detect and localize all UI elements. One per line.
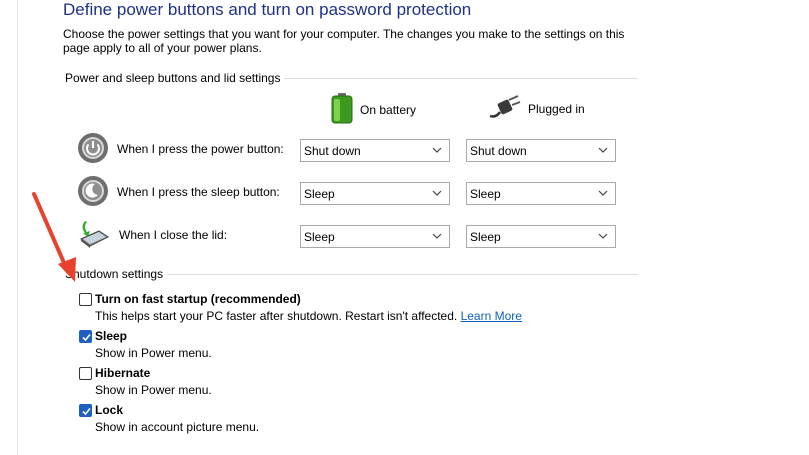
select-value: Sleep: [304, 229, 335, 244]
sleep-button-plugged-select[interactable]: Sleep: [466, 182, 616, 205]
sleep-button-row: When I press the sleep button:: [77, 175, 280, 209]
fast-startup-option: Turn on fast startup (recommended) This …: [79, 292, 522, 324]
power-button-battery-select[interactable]: Shut down: [300, 139, 450, 162]
select-value: Sleep: [470, 229, 501, 244]
power-section-header: Power and sleep buttons and lid settings: [63, 71, 638, 85]
fast-startup-title: Turn on fast startup (recommended): [95, 292, 301, 306]
select-value: Sleep: [304, 186, 335, 201]
select-value: Shut down: [304, 143, 361, 158]
column-plugged-in: Plugged in: [488, 92, 585, 125]
fast-startup-checkbox[interactable]: [79, 293, 92, 306]
power-section-heading: Power and sleep buttons and lid settings: [63, 71, 285, 85]
divider: [284, 77, 638, 79]
learn-more-link[interactable]: Learn More: [461, 309, 522, 323]
power-button-row: When I press the power button:: [77, 132, 284, 166]
sleep-desc: Show in Power menu.: [95, 346, 212, 360]
lock-checkbox[interactable]: [79, 404, 92, 417]
lid-battery-select[interactable]: Sleep: [300, 225, 450, 248]
sleep-button-battery-select[interactable]: Sleep: [300, 182, 450, 205]
sleep-title: Sleep: [95, 329, 128, 343]
annotation-arrow-icon: [32, 192, 76, 282]
shutdown-section-header: Shutdown settings: [63, 267, 638, 281]
sleep-button-icon: [77, 175, 109, 210]
hibernate-option: Hibernate Show in Power menu.: [79, 366, 212, 398]
lid-row: When I close the lid:: [77, 218, 227, 252]
lock-desc: Show in account picture menu.: [95, 420, 260, 434]
chevron-down-icon: [432, 147, 442, 153]
battery-icon: [330, 92, 354, 127]
lock-title: Lock: [95, 403, 124, 417]
select-value: Sleep: [470, 186, 501, 201]
column-on-battery: On battery: [330, 92, 416, 127]
power-button-label: When I press the power button:: [117, 142, 284, 156]
fast-startup-desc: This helps start your PC faster after sh…: [95, 309, 522, 324]
page-intro: Choose the power settings that you want …: [63, 27, 625, 55]
lock-option: Lock Show in account picture menu.: [79, 403, 259, 435]
hibernate-desc: Show in Power menu.: [95, 383, 212, 397]
chevron-down-icon: [432, 233, 442, 239]
lid-plugged-select[interactable]: Sleep: [466, 225, 616, 248]
chevron-down-icon: [598, 190, 608, 196]
checkmark-icon: [82, 407, 91, 416]
hibernate-title: Hibernate: [95, 366, 151, 380]
laptop-lid-icon: [77, 217, 111, 254]
divider: [167, 273, 638, 275]
power-button-icon: [77, 132, 109, 167]
chevron-down-icon: [598, 233, 608, 239]
checkmark-icon: [82, 333, 91, 342]
fast-startup-desc-text: This helps start your PC faster after sh…: [95, 309, 458, 323]
hibernate-checkbox[interactable]: [79, 367, 92, 380]
column-label-battery: On battery: [360, 102, 417, 117]
sleep-button-label: When I press the sleep button:: [117, 185, 280, 199]
left-pane-edge: [0, 0, 18, 455]
column-label-plugged: Plugged in: [528, 101, 585, 116]
page-title: Define power buttons and turn on passwor…: [63, 0, 472, 19]
lid-label: When I close the lid:: [119, 228, 228, 242]
power-button-plugged-select[interactable]: Shut down: [466, 139, 616, 162]
power-options-page: Define power buttons and turn on passwor…: [0, 0, 809, 455]
select-value: Shut down: [470, 143, 527, 158]
chevron-down-icon: [598, 147, 608, 153]
sleep-option: Sleep Show in Power menu.: [79, 329, 212, 361]
sleep-checkbox[interactable]: [79, 330, 92, 343]
chevron-down-icon: [432, 190, 442, 196]
power-plug-icon: [488, 92, 522, 125]
